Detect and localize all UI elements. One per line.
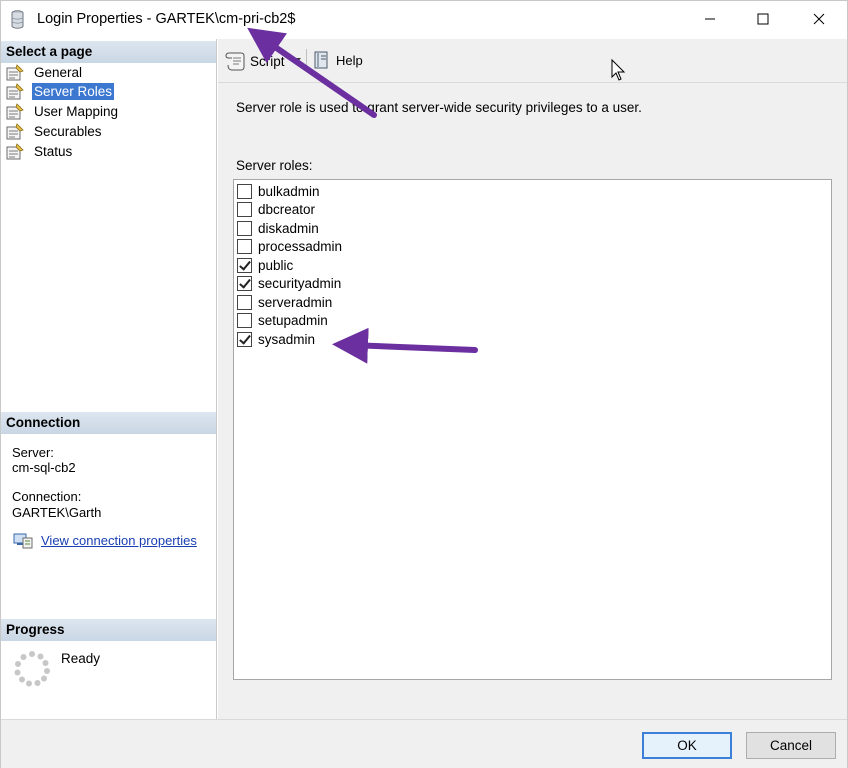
script-label: Script bbox=[250, 53, 285, 69]
title-bar: Login Properties - GARTEK\cm-pri-cb2$ bbox=[1, 1, 847, 39]
connection-header: Connection bbox=[1, 412, 216, 434]
page-properties-icon bbox=[6, 123, 24, 140]
server-roles-list[interactable]: bulkadmin dbcreator diskadmin processadm… bbox=[233, 179, 832, 680]
server-roles-label: Server roles: bbox=[236, 158, 313, 173]
role-checkbox[interactable] bbox=[237, 331, 252, 347]
role-checkbox[interactable] bbox=[237, 257, 252, 273]
page-item-label: Status bbox=[34, 143, 73, 159]
login-properties-dialog: Login Properties - GARTEK\cm-pri-cb2$ Se… bbox=[0, 0, 848, 768]
role-label: serveradmin bbox=[258, 294, 333, 310]
page-properties-icon bbox=[6, 64, 24, 81]
connection-label: Connection: bbox=[12, 489, 82, 504]
role-item-bulkadmin[interactable]: bulkadmin bbox=[237, 182, 320, 200]
ok-button[interactable]: OK bbox=[642, 732, 732, 759]
view-connection-properties-link[interactable]: View connection properties bbox=[13, 531, 197, 549]
connection-properties-icon bbox=[13, 533, 33, 549]
window-title: Login Properties - GARTEK\cm-pri-cb2$ bbox=[37, 11, 296, 27]
page-item-user-mapping[interactable]: User Mapping bbox=[5, 101, 120, 121]
server-label: Server: bbox=[12, 445, 54, 460]
role-checkbox[interactable] bbox=[237, 313, 252, 328]
role-checkbox[interactable] bbox=[237, 239, 252, 254]
role-checkbox[interactable] bbox=[237, 183, 252, 199]
chevron-down-icon[interactable] bbox=[290, 58, 301, 64]
progress-status: Ready bbox=[61, 651, 101, 666]
role-item-serveradmin[interactable]: serveradmin bbox=[237, 293, 332, 311]
script-button[interactable]: Script bbox=[225, 50, 301, 72]
script-icon bbox=[225, 52, 245, 71]
role-item-securityadmin[interactable]: securityadmin bbox=[237, 275, 341, 293]
close-button[interactable] bbox=[796, 1, 842, 37]
toolbar: Script Help bbox=[218, 39, 847, 83]
server-role-description: Server role is used to grant server-wide… bbox=[236, 100, 642, 115]
role-item-diskadmin[interactable]: diskadmin bbox=[237, 219, 319, 237]
page-item-label: General bbox=[34, 64, 83, 80]
role-checkbox[interactable] bbox=[237, 276, 252, 291]
page-item-label: Securables bbox=[34, 123, 102, 139]
role-checkbox[interactable] bbox=[237, 202, 252, 217]
page-item-general[interactable]: General bbox=[5, 62, 84, 82]
help-book-icon bbox=[314, 51, 328, 69]
role-label: diskadmin bbox=[258, 220, 319, 236]
close-icon bbox=[813, 13, 825, 25]
page-properties-icon bbox=[6, 83, 24, 100]
role-item-dbcreator[interactable]: dbcreator bbox=[237, 201, 315, 219]
page-item-status[interactable]: Status bbox=[5, 141, 74, 161]
toolbar-divider bbox=[306, 49, 307, 71]
role-item-setupadmin[interactable]: setupadmin bbox=[237, 312, 328, 330]
server-value: cm-sql-cb2 bbox=[12, 460, 76, 475]
help-label: Help bbox=[336, 52, 363, 68]
role-label: dbcreator bbox=[258, 202, 316, 217]
role-item-processadmin[interactable]: processadmin bbox=[237, 238, 342, 256]
page-item-securables[interactable]: Securables bbox=[5, 121, 104, 141]
role-label: bulkadmin bbox=[258, 183, 320, 199]
maximize-icon bbox=[757, 13, 769, 25]
select-page-header: Select a page bbox=[1, 41, 216, 63]
page-properties-icon bbox=[6, 143, 24, 160]
view-connection-properties-text[interactable]: View connection properties bbox=[41, 533, 197, 548]
dialog-button-bar: OK Cancel bbox=[1, 719, 847, 768]
progress-spinner-icon bbox=[14, 651, 50, 687]
maximize-button[interactable] bbox=[739, 1, 785, 37]
progress-header: Progress bbox=[1, 619, 216, 641]
cancel-button[interactable]: Cancel bbox=[746, 732, 836, 759]
role-label: public bbox=[258, 257, 294, 273]
role-label: setupadmin bbox=[258, 313, 328, 328]
page-item-label: Server Roles bbox=[32, 82, 115, 100]
page-item-server-roles[interactable]: Server Roles bbox=[5, 81, 115, 101]
role-label: securityadmin bbox=[258, 276, 342, 291]
page-properties-icon bbox=[6, 103, 24, 120]
minimize-button[interactable] bbox=[687, 1, 733, 37]
connection-value: GARTEK\Garth bbox=[12, 505, 102, 520]
page-item-label: User Mapping bbox=[34, 103, 119, 119]
role-checkbox[interactable] bbox=[237, 220, 252, 236]
role-label: processadmin bbox=[258, 239, 343, 254]
database-icon bbox=[11, 10, 24, 29]
right-pane: Script Help Server role is used to grant… bbox=[218, 39, 847, 719]
minimize-icon bbox=[705, 18, 715, 20]
role-checkbox[interactable] bbox=[237, 294, 252, 310]
role-label: sysadmin bbox=[258, 331, 316, 347]
help-button[interactable]: Help bbox=[313, 50, 363, 70]
role-item-public[interactable]: public bbox=[237, 256, 293, 274]
left-pane: Select a page General Server Roles User … bbox=[1, 39, 217, 719]
role-item-sysadmin[interactable]: sysadmin bbox=[237, 330, 315, 348]
